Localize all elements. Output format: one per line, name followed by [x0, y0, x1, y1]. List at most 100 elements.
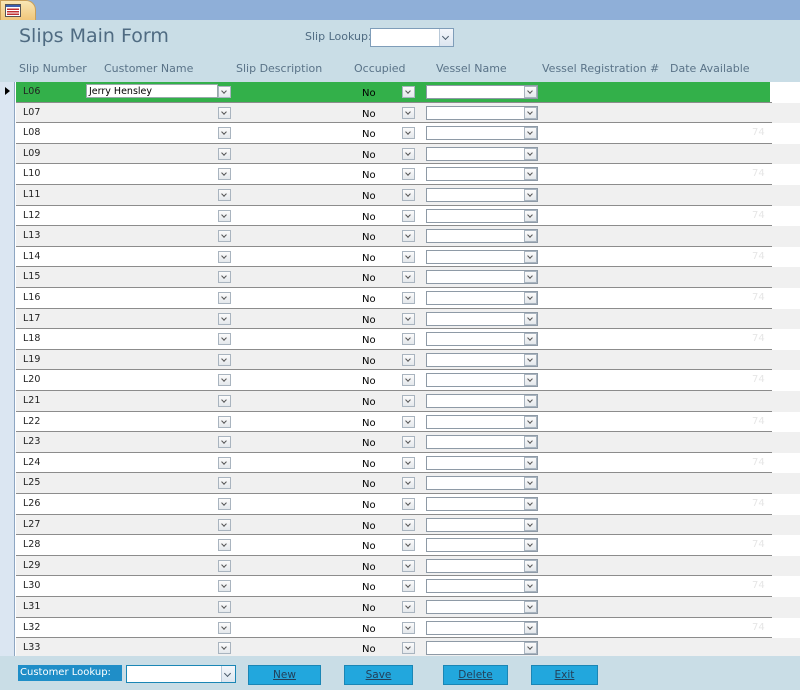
date-available-cell[interactable]: 74 — [752, 580, 765, 591]
occupied-cell[interactable]: No — [362, 521, 376, 532]
occupied-cell[interactable]: No — [362, 294, 376, 305]
vessel-name-combo[interactable] — [426, 600, 538, 614]
table-row[interactable]: L11 No — [0, 185, 800, 206]
occupied-dropdown-chevron-icon[interactable] — [402, 374, 415, 387]
customer-dropdown-chevron-icon[interactable] — [218, 559, 231, 572]
occupied-cell[interactable]: No — [362, 479, 376, 490]
vessel-name-combo[interactable] — [426, 291, 538, 305]
table-row[interactable]: L26 No 74 — [0, 494, 800, 515]
occupied-cell[interactable]: No — [362, 109, 376, 120]
occupied-dropdown-chevron-icon[interactable] — [402, 498, 415, 510]
customer-dropdown-chevron-icon[interactable] — [218, 436, 231, 449]
date-available-cell[interactable]: 74 — [752, 539, 765, 550]
occupied-dropdown-chevron-icon[interactable] — [402, 436, 415, 449]
vessel-name-combo[interactable] — [426, 249, 538, 264]
vessel-dropdown-chevron-icon[interactable] — [524, 312, 537, 325]
record-selector[interactable] — [0, 473, 15, 494]
occupied-dropdown-chevron-icon[interactable] — [402, 601, 415, 613]
occupied-dropdown-chevron-icon[interactable] — [402, 353, 415, 366]
vessel-name-combo[interactable] — [426, 167, 538, 182]
table-row[interactable]: L16 No 74 — [0, 288, 800, 309]
vessel-name-combo[interactable] — [426, 373, 538, 388]
occupied-dropdown-chevron-icon[interactable] — [402, 106, 415, 119]
vessel-name-combo[interactable] — [426, 497, 538, 511]
date-available-cell[interactable]: 74 — [752, 333, 765, 344]
table-row[interactable]: L12 No 74 — [0, 205, 800, 227]
occupied-cell[interactable]: No — [362, 150, 376, 161]
slip-lookup-combo[interactable] — [370, 28, 454, 47]
customer-dropdown-chevron-icon[interactable] — [218, 539, 231, 552]
occupied-cell[interactable]: No — [362, 541, 376, 552]
occupied-cell[interactable]: No — [362, 232, 376, 243]
record-selector[interactable] — [0, 432, 15, 453]
vessel-name-combo[interactable] — [426, 476, 538, 491]
vessel-name-combo[interactable] — [426, 105, 538, 120]
date-available-cell[interactable]: 74 — [752, 457, 765, 468]
date-available-cell[interactable]: 74 — [752, 251, 765, 262]
slip-number-cell[interactable]: L07 — [23, 107, 40, 118]
slip-number-cell[interactable]: L25 — [23, 477, 40, 488]
date-available-cell[interactable]: 74 — [752, 416, 765, 427]
customer-dropdown-chevron-icon[interactable] — [218, 621, 231, 634]
vessel-dropdown-chevron-icon[interactable] — [524, 106, 537, 119]
customer-name-cell[interactable]: Jerry Hensley — [89, 86, 152, 97]
vessel-dropdown-chevron-icon[interactable] — [524, 271, 537, 284]
vessel-dropdown-chevron-icon[interactable] — [524, 209, 537, 222]
vessel-dropdown-chevron-icon[interactable] — [524, 518, 537, 531]
vessel-dropdown-chevron-icon[interactable] — [524, 580, 537, 593]
record-selector[interactable] — [0, 411, 15, 433]
record-selector[interactable] — [0, 226, 15, 247]
occupied-cell[interactable]: No — [362, 129, 376, 140]
record-selector[interactable] — [0, 102, 15, 124]
slip-number-cell[interactable]: L11 — [23, 189, 40, 200]
occupied-dropdown-chevron-icon[interactable] — [402, 250, 415, 263]
slip-number-cell[interactable]: L22 — [23, 416, 40, 427]
customer-dropdown-chevron-icon[interactable] — [218, 250, 231, 263]
customer-dropdown-chevron-icon[interactable] — [218, 106, 231, 119]
vessel-dropdown-chevron-icon[interactable] — [524, 86, 537, 98]
vessel-dropdown-chevron-icon[interactable] — [524, 292, 537, 304]
vessel-name-combo[interactable] — [426, 229, 538, 244]
vessel-dropdown-chevron-icon[interactable] — [524, 477, 537, 490]
vessel-dropdown-chevron-icon[interactable] — [524, 147, 537, 160]
record-selector[interactable] — [0, 205, 15, 227]
occupied-dropdown-chevron-icon[interactable] — [402, 189, 415, 201]
record-selector[interactable] — [0, 164, 15, 185]
occupied-dropdown-chevron-icon[interactable] — [402, 415, 415, 428]
vessel-name-combo[interactable] — [426, 517, 538, 532]
vessel-dropdown-chevron-icon[interactable] — [524, 250, 537, 263]
vessel-name-combo[interactable] — [426, 270, 538, 285]
customer-dropdown-chevron-icon[interactable] — [218, 518, 231, 531]
record-selector[interactable] — [0, 329, 15, 350]
customer-dropdown-chevron-icon[interactable] — [218, 312, 231, 325]
occupied-cell[interactable]: No — [362, 624, 376, 635]
table-row[interactable]: L14 No 74 — [0, 246, 800, 268]
vessel-dropdown-chevron-icon[interactable] — [524, 168, 537, 181]
chevron-down-icon[interactable] — [439, 29, 453, 46]
delete-button[interactable]: Delete — [443, 665, 508, 685]
vessel-dropdown-chevron-icon[interactable] — [524, 456, 537, 469]
table-row[interactable]: L29 No — [0, 555, 800, 577]
customer-dropdown-chevron-icon[interactable] — [218, 292, 231, 304]
vessel-name-combo[interactable] — [426, 455, 538, 470]
customer-dropdown-chevron-icon[interactable] — [218, 498, 231, 510]
table-row[interactable]: L23 No — [0, 432, 800, 453]
slip-number-cell[interactable]: L32 — [23, 622, 40, 633]
slip-number-cell[interactable]: L10 — [23, 168, 40, 179]
vessel-dropdown-chevron-icon[interactable] — [524, 559, 537, 572]
vessel-name-combo[interactable] — [426, 414, 538, 429]
customer-dropdown-chevron-icon[interactable] — [218, 333, 231, 346]
occupied-cell[interactable]: No — [362, 459, 376, 470]
slip-number-cell[interactable]: L31 — [23, 601, 40, 612]
record-selector[interactable] — [0, 597, 15, 618]
vessel-dropdown-chevron-icon[interactable] — [524, 539, 537, 552]
record-selector[interactable] — [0, 576, 15, 597]
record-selector[interactable] — [0, 123, 15, 144]
customer-dropdown-chevron-icon[interactable] — [218, 374, 231, 387]
date-available-cell[interactable]: 74 — [752, 622, 765, 633]
vessel-name-combo[interactable] — [426, 126, 538, 141]
customer-dropdown-chevron-icon[interactable] — [218, 271, 231, 284]
record-selector[interactable] — [0, 617, 15, 639]
vessel-dropdown-chevron-icon[interactable] — [524, 436, 537, 449]
slip-number-cell[interactable]: L12 — [23, 210, 40, 221]
